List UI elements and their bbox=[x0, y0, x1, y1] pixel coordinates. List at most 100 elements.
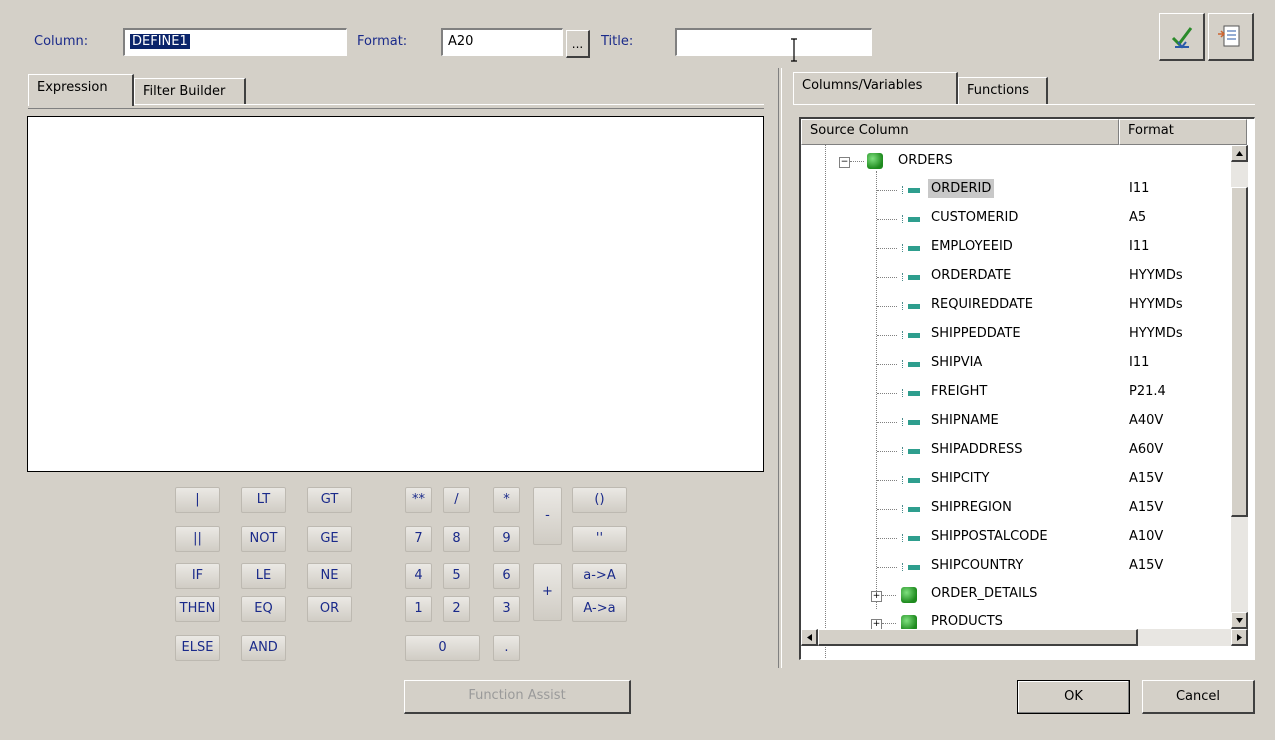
ok-button-label: OK bbox=[1064, 689, 1083, 704]
tree-row-name: SHIPCITY bbox=[931, 471, 990, 486]
calc-button-6[interactable]: 6 bbox=[493, 563, 520, 589]
tree-row-shipaddress[interactable]: SHIPADDRESS A60V bbox=[801, 437, 1231, 466]
tab-expression[interactable]: Expression bbox=[28, 74, 134, 106]
calc-button-0[interactable]: 0 bbox=[405, 635, 480, 661]
document-import-icon bbox=[1217, 25, 1239, 47]
calc-button-decimal[interactable]: . bbox=[493, 635, 520, 661]
calc-button-to-upper[interactable]: a->A bbox=[572, 563, 627, 589]
calc-button-not[interactable]: NOT bbox=[241, 526, 286, 552]
tree-row-shipvia[interactable]: SHIPVIA I11 bbox=[801, 350, 1231, 379]
vertical-scroll-thumb[interactable] bbox=[1231, 187, 1248, 517]
title-input[interactable] bbox=[675, 28, 872, 56]
tab-columns-variables-label: Columns/Variables bbox=[802, 78, 923, 93]
tree-row-format: HYYMDs bbox=[1129, 326, 1183, 341]
scroll-down-arrow-icon[interactable] bbox=[1231, 612, 1248, 629]
calc-label: '' bbox=[595, 531, 604, 546]
check-download-icon bbox=[1171, 27, 1192, 49]
tree-connector bbox=[877, 538, 897, 539]
header-source-column[interactable]: Source Column bbox=[801, 119, 1119, 145]
tree-row-shipcountry[interactable]: SHIPCOUNTRY A15V bbox=[801, 553, 1231, 582]
calc-button-le[interactable]: LE bbox=[241, 563, 286, 589]
calc-button-3[interactable]: 3 bbox=[493, 596, 520, 622]
calc-button-1[interactable]: 1 bbox=[405, 596, 432, 622]
tree-node-orders[interactable]: − ORDERS bbox=[801, 147, 1231, 176]
function-assist-label: Function Assist bbox=[468, 688, 566, 703]
calc-button-concat[interactable]: || bbox=[175, 526, 220, 552]
calc-label: 5 bbox=[452, 568, 461, 583]
header-format-label: Format bbox=[1128, 123, 1174, 138]
tree-node-order-details[interactable]: + ORDER_DETAILS bbox=[801, 581, 1231, 610]
calc-button-or[interactable]: OR bbox=[307, 596, 352, 622]
function-assist-button[interactable]: Function Assist bbox=[404, 680, 631, 714]
calc-button-8[interactable]: 8 bbox=[443, 526, 470, 552]
horizontal-scrollbar[interactable] bbox=[801, 629, 1248, 646]
tree-row-format: A5 bbox=[1129, 210, 1147, 225]
scroll-left-arrow-icon[interactable] bbox=[801, 629, 818, 646]
calc-button-gt[interactable]: GT bbox=[307, 487, 352, 513]
header-format[interactable]: Format bbox=[1119, 119, 1247, 145]
tree-row-requireddate[interactable]: REQUIREDDATE HYYMDs bbox=[801, 292, 1231, 321]
import-expression-button[interactable] bbox=[1208, 13, 1254, 61]
tree-row-name: ORDERDATE bbox=[931, 268, 1012, 283]
tree-row-orderdate[interactable]: ORDERDATE HYYMDs bbox=[801, 263, 1231, 292]
calc-button-parens[interactable]: () bbox=[572, 487, 627, 513]
expression-editor[interactable] bbox=[27, 116, 764, 472]
tab-filter-builder[interactable]: Filter Builder bbox=[134, 78, 246, 104]
calc-button-7[interactable]: 7 bbox=[405, 526, 432, 552]
tree-row-employeeid[interactable]: EMPLOYEEID I11 bbox=[801, 234, 1231, 263]
tree-row-format: I11 bbox=[1129, 239, 1150, 254]
right-tab-divider bbox=[793, 104, 1255, 108]
calc-button-plus[interactable]: + bbox=[533, 563, 562, 621]
tree-connector bbox=[877, 248, 897, 249]
calc-button-lt[interactable]: LT bbox=[241, 487, 286, 513]
cancel-button-label: Cancel bbox=[1175, 689, 1221, 704]
calc-button-2[interactable]: 2 bbox=[443, 596, 470, 622]
tab-columns-variables[interactable]: Columns/Variables bbox=[793, 72, 958, 104]
column-field-icon bbox=[902, 273, 920, 281]
tree-row-shippostalcode[interactable]: SHIPPOSTALCODE A10V bbox=[801, 524, 1231, 553]
text-cursor-icon bbox=[790, 38, 798, 62]
calc-button-and[interactable]: AND bbox=[241, 635, 286, 661]
format-input[interactable]: A20 bbox=[441, 28, 563, 56]
format-browse-button[interactable]: ... bbox=[566, 30, 590, 58]
column-tree[interactable]: Source Column Format − ORDERS ORDERID I1… bbox=[799, 117, 1255, 660]
tree-row-shipname[interactable]: SHIPNAME A40V bbox=[801, 408, 1231, 437]
calc-button-minus[interactable]: - bbox=[533, 487, 562, 545]
calc-button-ge[interactable]: GE bbox=[307, 526, 352, 552]
tree-row-freight[interactable]: FREIGHT P21.4 bbox=[801, 379, 1231, 408]
tree-row-shipregion[interactable]: SHIPREGION A15V bbox=[801, 495, 1231, 524]
tree-row-customerid[interactable]: CUSTOMERID A5 bbox=[801, 205, 1231, 234]
calc-button-9[interactable]: 9 bbox=[493, 526, 520, 552]
calc-button-power[interactable]: ** bbox=[405, 487, 432, 513]
cancel-button[interactable]: Cancel bbox=[1142, 680, 1255, 714]
tree-row-shippeddate[interactable]: SHIPPEDDATE HYYMDs bbox=[801, 321, 1231, 350]
calc-label: - bbox=[545, 508, 550, 523]
tab-functions[interactable]: Functions bbox=[958, 77, 1048, 104]
calc-button-multiply[interactable]: * bbox=[493, 487, 520, 513]
calc-button-divide[interactable]: / bbox=[443, 487, 470, 513]
ok-button[interactable]: OK bbox=[1017, 680, 1130, 714]
tree-row-orderid[interactable]: ORDERID I11 bbox=[801, 176, 1231, 205]
calc-button-quotes[interactable]: '' bbox=[572, 526, 627, 552]
verify-expression-button[interactable] bbox=[1159, 13, 1205, 61]
tree-row-name: FREIGHT bbox=[931, 384, 988, 399]
tree-row-shipcity[interactable]: SHIPCITY A15V bbox=[801, 466, 1231, 495]
vertical-scrollbar[interactable] bbox=[1231, 145, 1248, 629]
calc-button-ne[interactable]: NE bbox=[307, 563, 352, 589]
calc-button-else[interactable]: ELSE bbox=[175, 635, 220, 661]
horizontal-scroll-thumb[interactable] bbox=[818, 629, 1138, 646]
calc-button-if[interactable]: IF bbox=[175, 563, 220, 589]
scroll-up-arrow-icon[interactable] bbox=[1231, 145, 1248, 162]
tree-row-name: CUSTOMERID bbox=[931, 210, 1019, 225]
calc-button-5[interactable]: 5 bbox=[443, 563, 470, 589]
scroll-right-arrow-icon[interactable] bbox=[1231, 629, 1248, 646]
tree-row-format: HYYMDs bbox=[1129, 297, 1183, 312]
calc-label: 7 bbox=[414, 531, 423, 546]
column-name-input[interactable]: DEFINE1 bbox=[123, 28, 347, 56]
calc-button-eq[interactable]: EQ bbox=[241, 596, 286, 622]
calc-button-then[interactable]: THEN bbox=[175, 596, 220, 622]
calc-button-to-lower[interactable]: A->a bbox=[572, 596, 627, 622]
calc-button-pipe[interactable]: | bbox=[175, 487, 220, 513]
tree-row-format: HYYMDs bbox=[1129, 268, 1183, 283]
calc-button-4[interactable]: 4 bbox=[405, 563, 432, 589]
